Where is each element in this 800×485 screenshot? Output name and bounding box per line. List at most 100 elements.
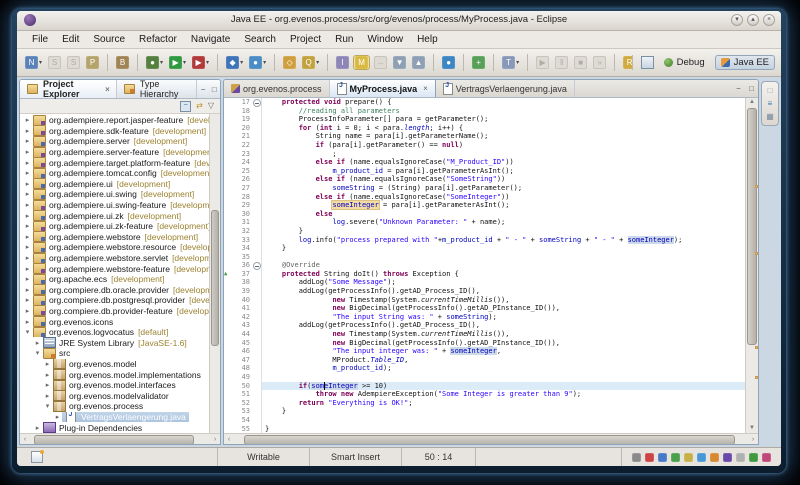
expand-arrow-icon[interactable]: ▸: [23, 307, 32, 315]
annotation-ruler[interactable]: [224, 330, 230, 339]
folding-ruler[interactable]: [252, 407, 262, 416]
scrollbar-thumb[interactable]: [747, 108, 757, 345]
new-web-project-dropdown[interactable]: ◆▾: [224, 55, 245, 70]
folding-ruler[interactable]: [252, 278, 262, 287]
tree-item[interactable]: ▸org.adempiere.ui[development]: [20, 179, 209, 190]
folding-ruler[interactable]: [252, 382, 262, 391]
code-text[interactable]: else if (name.equalsIgnoreCase("SomeInte…: [262, 193, 745, 202]
folding-ruler[interactable]: [252, 218, 262, 227]
annotation-ruler[interactable]: [224, 382, 230, 391]
menu-source[interactable]: Source: [86, 33, 132, 46]
code-text[interactable]: else if (name.equalsIgnoreCase("M_Produc…: [262, 158, 745, 167]
folding-ruler[interactable]: [252, 150, 262, 159]
folding-ruler[interactable]: [252, 253, 262, 262]
occurrence-marker[interactable]: [755, 376, 758, 379]
tree-item[interactable]: ▸org.evenos.modelvalidator: [20, 390, 209, 401]
line-number[interactable]: 39: [230, 287, 252, 296]
annotation-ruler[interactable]: [224, 244, 230, 253]
link-with-editor-icon[interactable]: ⇄: [196, 101, 203, 111]
menu-navigate[interactable]: Navigate: [184, 33, 237, 46]
annotation-ruler[interactable]: [224, 124, 230, 133]
annotation-ruler[interactable]: [224, 107, 230, 116]
occurrence-marker[interactable]: [755, 346, 758, 349]
menu-edit[interactable]: Edit: [55, 33, 86, 46]
annotation-ruler[interactable]: [224, 150, 230, 159]
tree-item[interactable]: ▾org.evenos.process: [20, 401, 209, 412]
tray-icon[interactable]: [697, 453, 706, 462]
expand-arrow-icon[interactable]: ▸: [23, 180, 32, 188]
occurrence-marker[interactable]: [755, 185, 758, 188]
folding-ruler[interactable]: [252, 296, 262, 305]
folding-ruler[interactable]: [252, 227, 262, 236]
expand-arrow-icon[interactable]: ▸: [33, 424, 42, 432]
tree-item[interactable]: ▸org.adempiere.target.platform-feature[d…: [20, 157, 209, 168]
folding-ruler[interactable]: [252, 167, 262, 176]
expand-arrow-icon[interactable]: ▸: [43, 360, 52, 368]
folding-ruler[interactable]: [252, 425, 262, 433]
expand-arrow-icon[interactable]: ▸: [23, 137, 32, 145]
build-all-button[interactable]: B: [114, 55, 131, 70]
code-text[interactable]: someString = (String) para[i].getParamet…: [262, 184, 745, 193]
shade-button[interactable]: ▾: [731, 14, 743, 26]
project-explorer-tab[interactable]: Project Explorer ×: [20, 80, 117, 98]
code-text[interactable]: for (int i = 0; i < para.length; i++) {: [262, 124, 745, 133]
menu-refactor[interactable]: Refactor: [132, 33, 184, 46]
code-text[interactable]: String name = para[i].getParameterName()…: [262, 132, 745, 141]
outline-view-icon[interactable]: ≡: [768, 99, 773, 108]
line-number[interactable]: 30: [230, 210, 252, 219]
code-text[interactable]: "The input integer was: " + someInteger,: [262, 347, 745, 356]
save-all-button[interactable]: S: [65, 55, 82, 70]
terminate-button[interactable]: ■: [572, 55, 589, 70]
folding-ruler[interactable]: [252, 132, 262, 141]
annotation-ruler[interactable]: [224, 253, 230, 262]
maximize-editor-icon[interactable]: □: [745, 80, 758, 97]
code-text[interactable]: [262, 416, 745, 425]
expand-arrow-icon[interactable]: ▸: [43, 392, 52, 400]
tree-item[interactable]: ▸org.evenos.model.interfaces: [20, 380, 209, 391]
scrollbar-thumb[interactable]: [34, 435, 194, 445]
line-number[interactable]: 42: [230, 313, 252, 322]
tree-item[interactable]: ▸JRE System Library[JavaSE-1.6]: [20, 337, 209, 348]
code-text[interactable]: log.info("process prepared with "+m_prod…: [262, 236, 745, 245]
editor-tab[interactable]: VertragsVerlaengerung.java: [436, 80, 575, 97]
code-text[interactable]: throw new AdempiereException("Some Integ…: [262, 390, 745, 399]
annotation-ruler[interactable]: [224, 373, 230, 382]
folding-ruler[interactable]: [252, 364, 262, 373]
print-button[interactable]: P: [84, 55, 101, 70]
scroll-right-icon[interactable]: ›: [210, 436, 220, 443]
line-number[interactable]: 45: [230, 339, 252, 348]
annotation-ruler[interactable]: [224, 218, 230, 227]
annotation-ruler[interactable]: [224, 321, 230, 330]
annotation-ruler[interactable]: [224, 364, 230, 373]
expand-arrow-icon[interactable]: ▸: [23, 233, 32, 241]
annotation-ruler[interactable]: ▲: [224, 270, 230, 279]
expand-arrow-icon[interactable]: ▸: [43, 381, 52, 389]
tree-item[interactable]: ▸org.evenos.icons: [20, 316, 209, 327]
previous-annotation-button[interactable]: ▲: [410, 55, 427, 70]
expand-arrow-icon[interactable]: ▸: [23, 265, 32, 273]
menu-window[interactable]: Window: [360, 33, 410, 46]
forward-edit-button[interactable]: →: [372, 55, 389, 70]
folding-ruler[interactable]: [252, 244, 262, 253]
folding-ruler[interactable]: [252, 124, 262, 133]
annotation-ruler[interactable]: [224, 390, 230, 399]
line-number[interactable]: 36: [230, 261, 252, 270]
annotation-ruler[interactable]: [224, 278, 230, 287]
line-number[interactable]: 43: [230, 321, 252, 330]
code-text[interactable]: }: [262, 407, 745, 416]
expand-arrow-icon[interactable]: ▾: [23, 328, 32, 336]
scroll-left-icon[interactable]: ‹: [20, 436, 30, 443]
code-text[interactable]: [262, 253, 745, 262]
line-number[interactable]: 53: [230, 407, 252, 416]
line-number[interactable]: 32: [230, 227, 252, 236]
editor-horizontal-scrollbar[interactable]: ‹ ›: [224, 433, 758, 444]
code-text[interactable]: m_product_id = para[i].getParameterAsInt…: [262, 167, 745, 176]
folding-ruler[interactable]: [252, 115, 262, 124]
tree-item[interactable]: ▸org.evenos.model.implementations: [20, 369, 209, 380]
occurrence-marker[interactable]: [755, 252, 758, 255]
line-number[interactable]: 44: [230, 330, 252, 339]
expand-arrow-icon[interactable]: ▸: [53, 413, 62, 421]
tray-icon[interactable]: [749, 453, 758, 462]
annotation-ruler[interactable]: [224, 407, 230, 416]
tree-item[interactable]: ▸org.compiere.db.postgresql.provider[dev…: [20, 295, 209, 306]
